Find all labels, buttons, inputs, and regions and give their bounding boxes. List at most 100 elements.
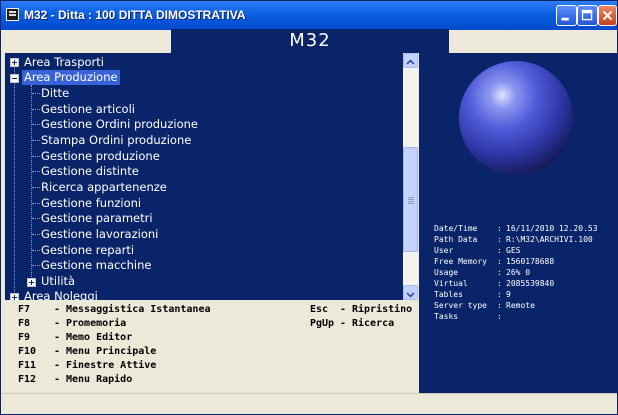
tree-item-area-trasporti[interactable]: Area Trasporti	[24, 55, 104, 70]
tree-item-stampa-ordini-produzione[interactable]: Stampa Ordini produzione	[41, 133, 191, 148]
shortcut-key: F10	[18, 346, 37, 357]
tree-connector	[31, 85, 32, 283]
tree-scrollbar[interactable]	[403, 53, 418, 300]
grip-icon	[408, 197, 414, 198]
info-label: Usage	[434, 268, 459, 277]
info-label: Server type	[434, 301, 487, 310]
app-icon[interactable]	[6, 8, 19, 21]
title-bar[interactable]: M32 - Ditta : 100 DITTA DIMOSTRATIVA	[1, 1, 617, 30]
tree-item-area-produzione[interactable]: Area Produzione	[22, 70, 120, 85]
tree-item-label: Area Noleggi	[24, 289, 98, 300]
maximize-icon	[581, 9, 593, 21]
info-value: 2085539840	[506, 279, 555, 288]
shortcut-separator: -	[54, 346, 61, 357]
tree-connector	[32, 171, 40, 172]
info-value: Remote	[506, 301, 535, 310]
tree-item-label: Area Trasporti	[24, 55, 104, 69]
info-separator: :	[497, 279, 502, 288]
tree-item-gestione-distinte[interactable]: Gestione distinte	[41, 164, 139, 179]
info-value: GES	[506, 246, 521, 255]
shortcut-separator: -	[54, 374, 61, 385]
tree-item-label: Gestione articoli	[41, 102, 135, 116]
info-separator: :	[497, 257, 502, 266]
info-separator: :	[497, 268, 502, 277]
close-button[interactable]	[598, 5, 617, 26]
info-separator: :	[497, 224, 502, 233]
minimize-icon	[561, 17, 569, 21]
tree-connector	[32, 140, 40, 141]
tree-item-label: Utilità	[41, 274, 76, 288]
tree-item-label: Gestione Ordini produzione	[41, 117, 198, 131]
shortcut-key: F8	[18, 318, 31, 329]
shortcut-key: F9	[18, 332, 31, 343]
tree-item-gestione-macchine[interactable]: Gestione macchine	[41, 258, 151, 273]
tree-connector	[32, 156, 40, 157]
close-icon	[602, 10, 613, 21]
expand-plus-icon[interactable]	[10, 293, 19, 300]
info-label: User	[434, 246, 454, 255]
info-separator: :	[497, 301, 502, 310]
info-separator: :	[497, 290, 502, 299]
info-label: Tasks	[434, 312, 459, 321]
tree-item-gestione-parametri[interactable]: Gestione parametri	[41, 211, 153, 226]
banner-title: M32	[289, 30, 331, 51]
tree-item-utilita[interactable]: Utilità	[41, 274, 75, 289]
tree-item-gestione-articoli[interactable]: Gestione articoli	[41, 102, 135, 117]
shortcut-separator: -	[340, 318, 347, 329]
shortcut-key: F11	[18, 360, 37, 371]
shortcut-key: PgUp	[310, 318, 335, 329]
app-window: M32 - Ditta : 100 DITTA DIMOSTRATIVA M32	[0, 0, 618, 415]
shortcut-separator: -	[54, 304, 61, 315]
info-separator: :	[497, 235, 502, 244]
tree-connector	[14, 66, 15, 296]
info-panel: Date/Time:16/11/2010 12.20.53 Path Data:…	[419, 53, 617, 393]
window-title: M32 - Ditta : 100 DITTA DIMOSTRATIVA	[24, 8, 246, 22]
info-label: Free Memory	[434, 257, 487, 266]
menu-tree: Area Trasporti Area Produzione Ditte Ges…	[5, 53, 403, 300]
shortcut-label: Messaggistica Istantanea	[66, 304, 211, 315]
tree-item-label: Area Produzione	[24, 70, 118, 84]
shortcut-separator: -	[54, 332, 61, 343]
tree-item-gestione-ordini-produzione[interactable]: Gestione Ordini produzione	[41, 117, 198, 132]
info-value: R:\M32\ARCHIVI.100	[506, 235, 593, 244]
tree-item-ricerca-appartenenze[interactable]: Ricerca appartenenze	[41, 180, 167, 195]
tree-connector	[32, 124, 40, 125]
expand-plus-icon[interactable]	[27, 278, 36, 287]
tree-connector	[32, 250, 40, 251]
tree-connector	[32, 265, 40, 266]
info-value: 1560178688	[506, 257, 555, 266]
shortcut-label: Promemoria	[66, 318, 127, 329]
tree-connector	[32, 109, 40, 110]
shortcut-key: Esc	[310, 304, 329, 315]
minimize-button[interactable]	[556, 5, 577, 26]
tree-item-ditte[interactable]: Ditte	[41, 86, 69, 101]
tree-item-gestione-lavorazioni[interactable]: Gestione lavorazioni	[41, 227, 158, 242]
tree-item-label: Gestione produzione	[41, 149, 160, 163]
collapse-minus-icon[interactable]	[10, 74, 19, 83]
tree-item-gestione-funzioni[interactable]: Gestione funzioni	[41, 196, 141, 211]
info-label: Date/Time	[434, 224, 478, 233]
shortcut-legend: F7- Messaggistica Istantanea F8- Promemori…	[5, 300, 418, 393]
tree-item-label: Gestione lavorazioni	[41, 227, 159, 241]
maximize-button[interactable]	[577, 5, 598, 26]
shortcut-separator: -	[340, 304, 347, 315]
tree-item-gestione-reparti[interactable]: Gestione reparti	[41, 243, 134, 258]
info-value: 26% 0	[506, 268, 531, 277]
app-banner: M32	[171, 29, 449, 53]
tree-connector	[32, 93, 40, 94]
shortcut-label: Menu Rapido	[66, 374, 133, 385]
sphere-logo	[459, 61, 573, 175]
shortcut-label: Menu Principale	[66, 346, 157, 357]
expand-plus-icon[interactable]	[10, 58, 19, 67]
scroll-up-button[interactable]	[403, 53, 418, 68]
tree-item-area-noleggi[interactable]: Area Noleggi	[24, 289, 98, 300]
scroll-thumb[interactable]	[403, 147, 418, 252]
info-label: Virtual	[434, 279, 468, 288]
tree-item-label: Gestione reparti	[41, 243, 135, 257]
shortcut-separator: -	[54, 360, 61, 371]
tree-item-gestione-produzione[interactable]: Gestione produzione	[41, 149, 160, 164]
scroll-down-button[interactable]	[403, 285, 418, 300]
status-bar	[1, 393, 617, 414]
shortcut-separator: -	[54, 318, 61, 329]
shortcut-label: Ricerca	[352, 318, 395, 329]
